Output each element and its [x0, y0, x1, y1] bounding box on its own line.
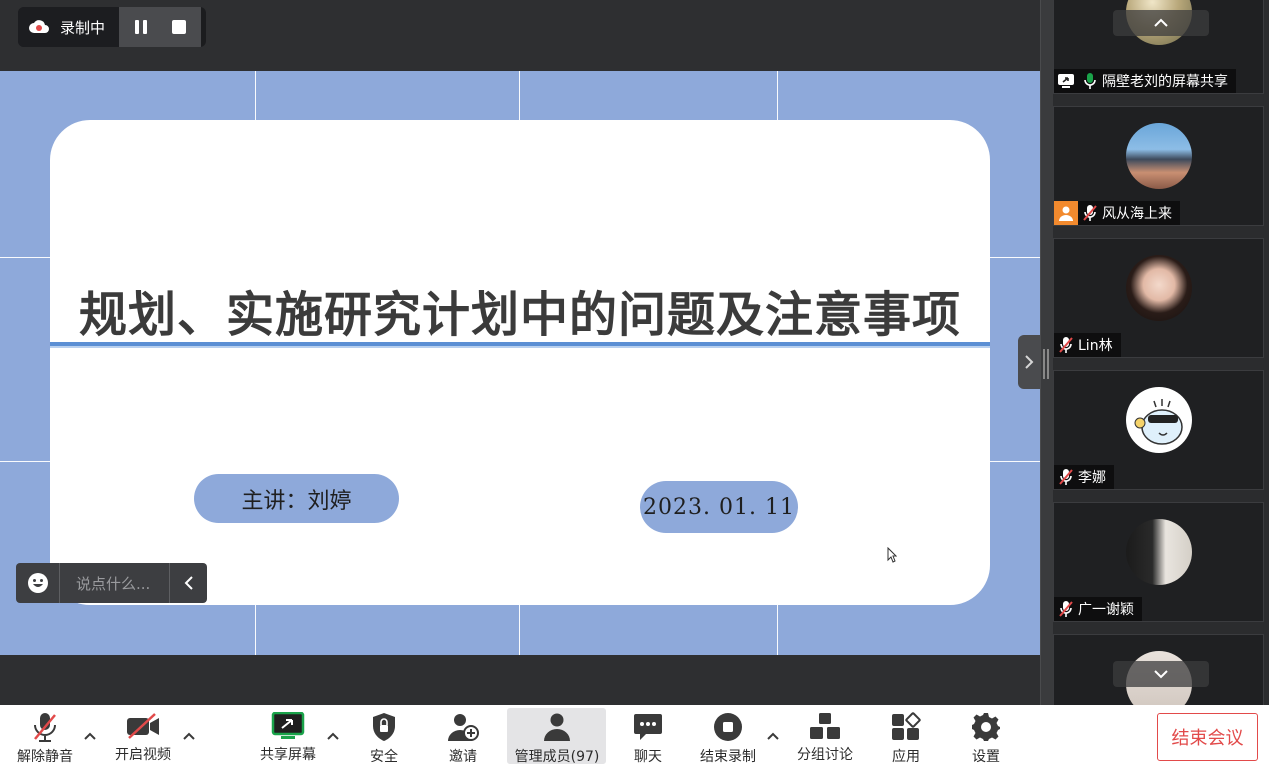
chevron-left-icon	[184, 576, 193, 590]
shared-screen-stage: 规划、实施研究计划中的问题及注意事项 主讲：刘婷 2023. 01. 11 录制…	[0, 0, 1040, 705]
chevron-right-icon	[1025, 355, 1034, 369]
invite-button[interactable]: 邀请	[441, 705, 485, 764]
scroll-up-button[interactable]	[1113, 10, 1209, 36]
participant-name-tag: 隔壁老刘的屏幕共享	[1054, 69, 1236, 93]
share-screen-icon	[270, 712, 306, 740]
cartoon-avatar-icon	[1134, 399, 1183, 445]
microphone-muted-icon	[1054, 597, 1078, 621]
microphone-muted-icon	[1078, 201, 1102, 225]
microphone-muted-icon	[1054, 333, 1078, 357]
participant-tile[interactable]: 李娜	[1053, 370, 1264, 490]
manage-members-button[interactable]: 管理成员(97)	[510, 705, 604, 764]
slide-date: 2023. 01. 11	[640, 481, 798, 533]
end-recording-label: 结束录制	[700, 749, 756, 764]
meeting-toolbar: 解除静音 开启视频 共享屏幕 安全 邀请 管理成员(97) 聊天 结束录制 分组…	[0, 705, 1269, 764]
chevron-up-icon[interactable]	[326, 729, 340, 743]
members-icon	[539, 712, 575, 742]
recording-bar: 录制中	[18, 7, 206, 47]
participant-name-tag: 风从海上来	[1054, 201, 1180, 225]
screen-share-icon	[1054, 69, 1078, 93]
recording-controls	[119, 7, 202, 47]
add-user-icon	[445, 712, 481, 742]
end-meeting-button[interactable]: 结束会议	[1157, 713, 1258, 761]
settings-label: 设置	[972, 749, 1000, 764]
participant-name: Lin林	[1078, 338, 1113, 354]
quick-chat-bar: 说点什么...	[16, 563, 207, 603]
settings-button[interactable]: 设置	[964, 705, 1008, 764]
breakout-rooms-button[interactable]: 分组讨论	[794, 705, 856, 764]
stop-recording-icon	[710, 712, 746, 742]
cloud-record-icon	[29, 20, 49, 33]
avatar	[1126, 387, 1192, 453]
participant-tile[interactable]: 风从海上来	[1053, 106, 1264, 226]
apps-button[interactable]: 应用	[884, 705, 928, 764]
chat-input-field[interactable]: 说点什么...	[60, 573, 169, 594]
breakout-rooms-label: 分组讨论	[797, 747, 853, 763]
microphone-muted-icon	[1054, 465, 1078, 489]
participant-name: 风从海上来	[1102, 206, 1172, 222]
unmute-label: 解除静音	[17, 749, 73, 764]
splitter-grip-icon	[1043, 349, 1049, 379]
microphone-on-icon	[1078, 69, 1102, 93]
stop-recording-button[interactable]	[161, 7, 197, 47]
collapse-chat-button[interactable]	[169, 563, 207, 603]
start-video-label: 开启视频	[115, 747, 171, 763]
participant-tile[interactable]: Lin林	[1053, 238, 1264, 358]
shield-icon	[366, 712, 402, 742]
user-avatar-icon	[1054, 201, 1078, 225]
avatar	[1126, 123, 1192, 189]
gear-icon	[968, 712, 1004, 742]
video-off-icon	[125, 712, 161, 740]
chevron-up-icon[interactable]	[83, 729, 97, 743]
share-screen-button[interactable]: 共享屏幕	[255, 705, 321, 764]
avatar	[1126, 255, 1192, 321]
start-video-button[interactable]: 开启视频	[110, 705, 176, 764]
chevron-up-icon	[1154, 18, 1168, 27]
apps-grid-icon	[888, 712, 924, 742]
smiley-icon	[27, 573, 48, 593]
breakout-rooms-icon	[807, 712, 843, 740]
participant-tile[interactable]: 广一谢颖	[1053, 502, 1264, 622]
microphone-muted-icon	[27, 712, 63, 742]
chat-button[interactable]: 聊天	[626, 705, 670, 764]
participant-name-tag: 李娜	[1054, 465, 1114, 489]
scroll-down-button[interactable]	[1113, 661, 1209, 687]
chevron-down-icon	[1154, 670, 1168, 679]
presenter-label: 主讲：刘婷	[194, 474, 399, 523]
mouse-cursor-icon	[887, 547, 897, 563]
manage-members-label: 管理成员(97)	[514, 749, 600, 764]
stop-icon	[172, 20, 187, 34]
meeting-window: 规划、实施研究计划中的问题及注意事项 主讲：刘婷 2023. 01. 11 录制…	[0, 0, 1269, 764]
recording-status: 录制中	[18, 7, 120, 47]
participant-name: 广一谢颖	[1078, 602, 1134, 618]
collapse-panel-button[interactable]	[1018, 335, 1040, 389]
pause-icon	[135, 20, 148, 34]
chevron-up-icon[interactable]	[766, 729, 780, 743]
participant-name: 李娜	[1078, 470, 1106, 486]
invite-label: 邀请	[449, 749, 477, 764]
chat-icon	[630, 712, 666, 742]
participant-name-tag: Lin林	[1054, 333, 1121, 357]
slide-title-card: 规划、实施研究计划中的问题及注意事项 主讲：刘婷 2023. 01. 11	[50, 120, 990, 605]
apps-label: 应用	[892, 749, 920, 764]
end-recording-button[interactable]: 结束录制	[697, 705, 759, 764]
slide-title-underline	[50, 342, 990, 348]
chevron-up-icon[interactable]	[182, 729, 196, 743]
slide-title: 规划、实施研究计划中的问题及注意事项	[78, 287, 961, 343]
pause-recording-button[interactable]	[123, 7, 159, 47]
participant-name-tag: 广一谢颖	[1054, 597, 1142, 621]
chat-label: 聊天	[634, 749, 662, 764]
participant-list: 隔壁老刘的屏幕共享 风从海上来 Lin林 李娜 广一谢颖	[1053, 0, 1269, 705]
share-screen-label: 共享屏幕	[260, 747, 316, 763]
avatar	[1126, 519, 1192, 585]
recording-label: 录制中	[60, 18, 106, 37]
unmute-button[interactable]: 解除静音	[12, 705, 78, 764]
emoji-button[interactable]	[16, 563, 60, 603]
security-label: 安全	[370, 749, 398, 764]
security-button[interactable]: 安全	[362, 705, 406, 764]
participant-name: 隔壁老刘的屏幕共享	[1102, 74, 1228, 90]
